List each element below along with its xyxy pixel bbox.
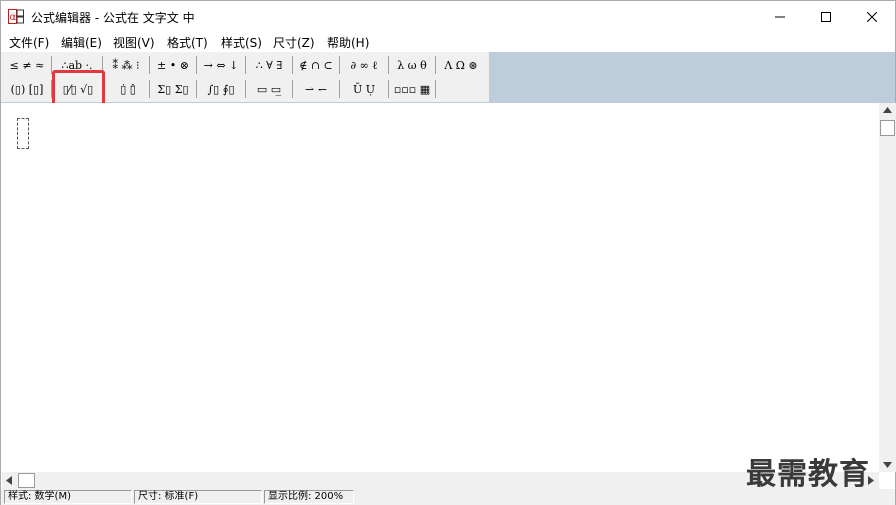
svg-text:α: α [10,12,17,23]
status-style: 样式: 数学(M) [4,490,132,504]
menu-bar: 文件(F) 编辑(E) 视图(V) 格式(T) 样式(S) 尺寸(Z) 帮助(H… [1,32,895,52]
separator [435,56,436,74]
menu-style[interactable]: 样式(S) [221,34,262,51]
menu-size[interactable]: 尺寸(Z) [273,34,315,51]
menu-help[interactable]: 帮助(H) [327,34,369,51]
menu-file[interactable]: 文件(F) [9,34,49,51]
separator [388,56,389,74]
menu-format[interactable]: 格式(T) [167,34,208,51]
separator [339,56,340,74]
operator-symbols-button[interactable]: ± • ⊗ [152,54,194,76]
separator [245,56,246,74]
close-button[interactable] [849,1,895,32]
subscript-superscript-templates-button[interactable]: ▯̇ ▯̂ [107,78,149,100]
separator [292,56,293,74]
separator [339,80,340,98]
minimize-button[interactable] [757,1,803,32]
relational-symbols-button[interactable]: ≤ ≠ ≈ [5,54,49,76]
separator [292,80,293,98]
window-title: 公式编辑器 - 公式在 文字文 中 [31,11,195,25]
matrix-templates-button[interactable]: ▫▫▫ ▦ [391,78,433,100]
logical-symbols-button[interactable]: ∴ ∀ ∃ [248,54,290,76]
menu-edit[interactable]: 编辑(E) [61,34,102,51]
status-bar: 样式: 数学(M) 尺寸: 标准(F) 显示比例: 200% [1,489,895,505]
underbar-overbar-templates-button[interactable]: ▭ ▭̲ [248,78,290,100]
scroll-up-icon[interactable] [883,107,892,113]
app-icon: α [8,9,24,24]
arrow-symbols-button[interactable]: → ⇔ ↓ [199,54,243,76]
title-bar: α 公式编辑器 - 公式在 文字文 中 [1,1,895,32]
separator [245,80,246,98]
integral-templates-button[interactable]: ∫▯ ∮▯ [199,78,243,100]
separator [435,80,436,98]
maximize-button[interactable] [803,1,849,32]
status-zoom: 显示比例: 200% [264,490,354,504]
greek-uppercase-button[interactable]: Λ Ω ⊛ [438,54,484,76]
menu-view[interactable]: 视图(V) [113,34,155,51]
separator [388,80,389,98]
scroll-left-icon[interactable] [6,476,12,485]
separator [196,80,197,98]
products-set-templates-button[interactable]: Ū Ụ [342,78,386,100]
summation-templates-button[interactable]: Σ▯ Σ▯ [152,78,194,100]
scroll-down-icon[interactable] [883,462,892,468]
equation-edit-area[interactable] [2,103,879,472]
maximize-icon [821,11,831,22]
separator [149,80,150,98]
minimize-icon [775,16,785,17]
status-size: 尺寸: 标准(F) [134,490,262,504]
equation-editor-window: α 公式编辑器 - 公式在 文字文 中 文件(F) 编辑(E) 视图(V) 格式… [0,0,896,505]
close-icon [867,11,877,22]
set-theory-symbols-button[interactable]: ∉ ∩ ⊂ [295,54,337,76]
greek-lowercase-button[interactable]: λ ω θ [391,54,433,76]
empty-input-slot[interactable] [17,118,29,149]
labeled-arrow-templates-button[interactable]: ⇀ ↽ [295,78,337,100]
embellishments-button[interactable]: ⁑ ⁂ ⁝ [105,54,147,76]
separator [149,56,150,74]
misc-symbols-button[interactable]: ∂ ∞ ℓ [342,54,386,76]
watermark-text: 最需教育 [746,457,870,492]
fence-templates-button[interactable]: (▯) [▯] [5,78,49,100]
horizontal-scroll-thumb[interactable] [18,473,35,488]
separator [196,56,197,74]
vertical-scrollbar[interactable] [879,103,896,472]
vertical-scroll-thumb[interactable] [880,120,895,136]
